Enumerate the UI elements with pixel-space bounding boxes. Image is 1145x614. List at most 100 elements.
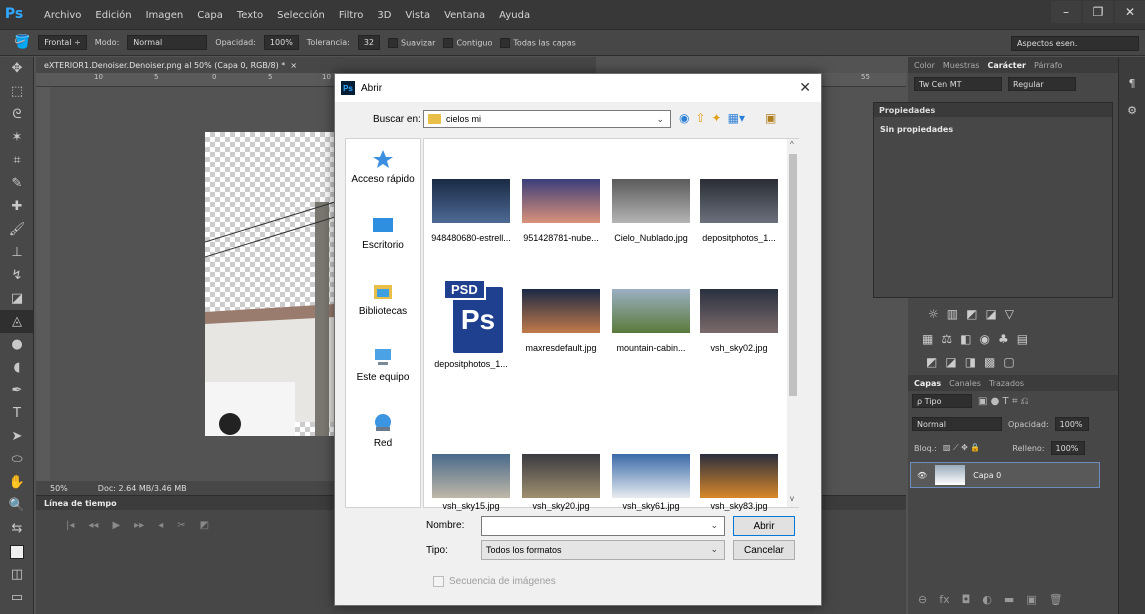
new-folder-icon[interactable]: ✦ xyxy=(712,111,722,125)
restore-button[interactable]: ❐ xyxy=(1083,1,1113,23)
fx-icon[interactable]: fx xyxy=(939,593,949,606)
transition-icon[interactable]: ◩ xyxy=(200,520,209,531)
crop-tool-icon[interactable]: ⌗ xyxy=(0,149,34,172)
bw-icon[interactable]: ◧ xyxy=(960,332,971,346)
scrollbar-thumb[interactable] xyxy=(789,154,797,396)
zoom-level[interactable]: 50% xyxy=(50,484,68,493)
cancel-button[interactable]: Cancelar xyxy=(733,540,795,560)
tab-layers[interactable]: Capas xyxy=(914,379,941,388)
place-network[interactable]: Red xyxy=(346,413,420,469)
place-desktop[interactable]: Escritorio xyxy=(346,215,420,271)
color-balance-icon[interactable]: ⚖ xyxy=(941,332,952,346)
add-mask-icon[interactable]: ◘ xyxy=(962,593,971,606)
file-item[interactable]: vsh_sky02.jpg xyxy=(696,289,782,353)
file-item[interactable]: depositphotos_1... xyxy=(696,179,782,243)
file-item[interactable]: 951428781-nube... xyxy=(518,179,604,243)
menu-item[interactable]: 3D xyxy=(377,0,391,30)
dodge-tool-icon[interactable]: ● xyxy=(0,333,34,356)
fill-input[interactable]: 100% xyxy=(1050,441,1085,455)
file-item[interactable]: mountain-cabin... xyxy=(608,289,694,353)
zoom-tool-icon[interactable]: 🔍 xyxy=(0,494,34,517)
invert-icon[interactable]: ◩ xyxy=(926,355,937,369)
new-layer-icon[interactable]: ▣ xyxy=(1026,593,1036,606)
lasso-tool-icon[interactable]: ᘓ xyxy=(0,103,34,126)
view-menu-icon[interactable]: ▦▾ xyxy=(728,111,745,125)
file-item[interactable]: vsh_sky15.jpg xyxy=(428,454,514,511)
bucket-tool-icon[interactable]: 🪣 xyxy=(14,35,30,50)
threshold-icon[interactable]: ◨ xyxy=(965,355,976,369)
selective-color-icon[interactable]: ▢ xyxy=(1003,355,1014,369)
tab-channels[interactable]: Canales xyxy=(949,379,981,388)
screen-mode-icon[interactable]: ▭ xyxy=(0,586,34,609)
properties-dock-icon[interactable]: ⚙ xyxy=(1124,104,1140,117)
menu-item[interactable]: Archivo xyxy=(44,0,81,30)
filetype-dropdown[interactable]: Todos los formatos ⌄ xyxy=(481,540,725,560)
close-document-icon[interactable]: × xyxy=(290,61,297,70)
place-quick-access[interactable]: Acceso rápido xyxy=(346,149,420,205)
quick-mask-icon[interactable]: ◫ xyxy=(0,563,34,586)
first-frame-icon[interactable]: |◂ xyxy=(66,520,74,531)
file-item[interactable]: vsh_sky83.jpg xyxy=(696,454,782,511)
lookin-dropdown[interactable]: cielos mi ⌄ xyxy=(423,110,671,128)
file-item[interactable]: 948480680-estrell... xyxy=(428,179,514,243)
brush-tool-icon[interactable]: 🖌 xyxy=(0,218,34,241)
file-item[interactable]: vsh_sky61.jpg xyxy=(608,454,694,511)
shape-tool-icon[interactable]: ⬭ xyxy=(0,448,34,471)
image-sequence-option[interactable]: Secuencia de imágenes xyxy=(433,576,556,587)
dialog-close-button[interactable]: ✕ xyxy=(799,79,811,96)
audio-icon[interactable]: ◂ xyxy=(158,520,163,531)
hand-tool-icon[interactable]: ✋ xyxy=(0,471,34,494)
menu-item[interactable]: Texto xyxy=(237,0,263,30)
place-libraries[interactable]: Bibliotecas xyxy=(346,281,420,337)
layer-filter-dropdown[interactable]: ρ Tipo xyxy=(912,394,972,408)
pen-tool-icon[interactable]: ✒ xyxy=(0,379,34,402)
menu-item[interactable]: Selección xyxy=(277,0,325,30)
curves-icon[interactable]: ◩ xyxy=(966,307,977,321)
contiguous-checkbox[interactable]: Contiguo xyxy=(443,37,492,48)
workspace-dropdown[interactable]: Aspectos esen. xyxy=(1011,36,1139,51)
menu-item[interactable]: Ventana xyxy=(444,0,485,30)
menu-item[interactable]: Vista xyxy=(405,0,430,30)
blend-mode-dropdown[interactable]: Normal xyxy=(912,417,1002,431)
scroll-up-icon[interactable]: ^ xyxy=(790,140,794,149)
brightness-icon[interactable]: ☼ xyxy=(928,307,939,321)
play-icon[interactable]: ▶ xyxy=(112,520,120,531)
tab-character[interactable]: Carácter xyxy=(987,61,1026,70)
delete-layer-icon[interactable]: 🗑 xyxy=(1049,593,1063,606)
paint-bucket-tool-icon[interactable]: ◬ xyxy=(0,310,34,333)
stamp-tool-icon[interactable]: ⊥ xyxy=(0,241,34,264)
tab-paragraph[interactable]: Párrafo xyxy=(1034,61,1062,70)
file-item[interactable]: vsh_sky20.jpg xyxy=(518,454,604,511)
posterize-icon[interactable]: ◪ xyxy=(945,355,956,369)
font-family-dropdown[interactable]: Tw Cen MT xyxy=(914,77,1002,91)
smooth-checkbox[interactable]: Suavizar xyxy=(388,37,435,48)
next-frame-icon[interactable]: ▸▸ xyxy=(134,520,144,531)
new-group-icon[interactable]: ▬ xyxy=(1004,593,1014,606)
tab-color[interactable]: Color xyxy=(914,61,935,70)
minimize-button[interactable]: – xyxy=(1051,1,1081,23)
tab-swatches[interactable]: Muestras xyxy=(943,61,980,70)
exposure-icon[interactable]: ◪ xyxy=(985,307,996,321)
file-item[interactable]: Cielo_Nublado.jpg xyxy=(608,179,694,243)
eraser-tool-icon[interactable]: ◪ xyxy=(0,287,34,310)
layer-opacity-input[interactable]: 100% xyxy=(1054,417,1089,431)
gradient-map-icon[interactable]: ▩ xyxy=(984,355,995,369)
layer-item[interactable]: 👁 Capa 0 xyxy=(910,462,1100,488)
menu-item[interactable]: Filtro xyxy=(339,0,364,30)
split-icon[interactable]: ✂ xyxy=(177,520,185,531)
paragraph-dock-icon[interactable]: ¶ xyxy=(1124,77,1140,90)
menu-item[interactable]: Capa xyxy=(197,0,223,30)
prev-frame-icon[interactable]: ◂◂ xyxy=(88,520,98,531)
font-style-dropdown[interactable]: Regular xyxy=(1008,77,1076,91)
place-this-pc[interactable]: Este equipo xyxy=(346,347,420,403)
menu-item[interactable]: Imagen xyxy=(146,0,184,30)
eyedropper-tool-icon[interactable]: ✎ xyxy=(0,172,34,195)
swap-colors-icon[interactable]: ⇆ xyxy=(0,517,34,540)
tab-paths[interactable]: Trazados xyxy=(989,379,1024,388)
up-folder-icon[interactable]: ⇧ xyxy=(695,111,705,125)
document-tab[interactable]: eXTERIOR1.Denoiser.Denoiser.png al 50% (… xyxy=(36,57,596,73)
photo-filter-icon[interactable]: ◉ xyxy=(979,332,989,346)
blur-tool-icon[interactable]: ◖ xyxy=(0,356,34,379)
vibrance-icon[interactable]: ▽ xyxy=(1005,307,1014,321)
back-icon[interactable]: ◉ xyxy=(679,111,689,125)
